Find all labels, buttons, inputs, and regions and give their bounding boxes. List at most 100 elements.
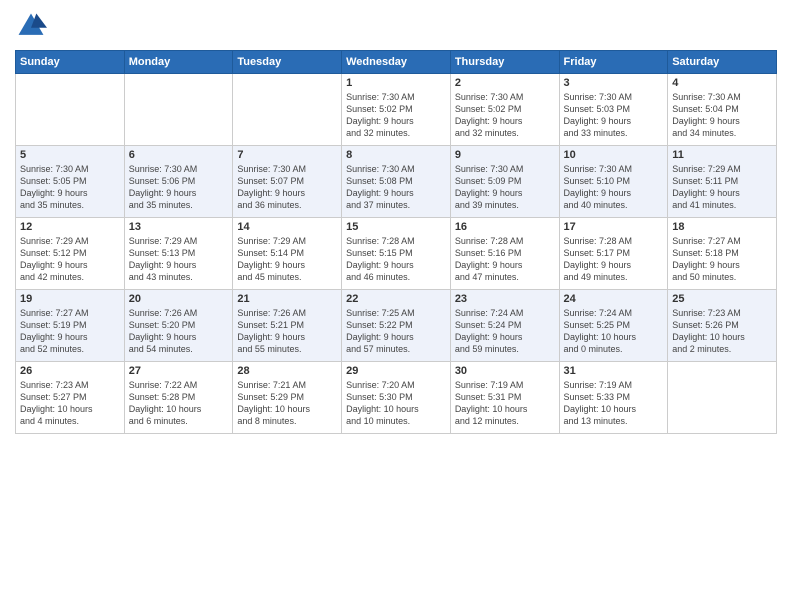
- calendar-cell: 10Sunrise: 7:30 AMSunset: 5:10 PMDayligh…: [559, 146, 668, 218]
- calendar-cell: 28Sunrise: 7:21 AMSunset: 5:29 PMDayligh…: [233, 362, 342, 434]
- calendar-cell: 3 Sunrise: 7:30 AMSunset: 5:03 PMDaylight…: [559, 74, 668, 146]
- day-info: Sunrise: 7:29 AMSunset: 5:12 PMDaylight:…: [20, 235, 120, 284]
- calendar-week: 19 Sunrise: 7:27 AMSunset: 5:19 PMDayligh…: [16, 290, 777, 362]
- calendar-cell: 1Sunrise: 7:30 AMSunset: 5:02 PMDaylight…: [342, 74, 451, 146]
- day-info: Sunrise: 7:27 AMSunset: 5:19 PMDaylight:…: [20, 307, 120, 356]
- day-info: Sunrise: 7:19 AMSunset: 5:33 PMDaylight:…: [564, 379, 664, 428]
- calendar-cell: 2 Sunrise: 7:30 AMSunset: 5:02 PMDaylight…: [450, 74, 559, 146]
- day-info: Sunrise: 7:24 AMSunset: 5:24 PMDaylight:…: [455, 307, 555, 356]
- day-info: Sunrise: 7:25 AMSunset: 5:22 PMDaylight:…: [346, 307, 446, 356]
- day-info: Sunrise: 7:26 AMSunset: 5:21 PMDaylight:…: [237, 307, 337, 356]
- day-info: Sunrise: 7:30 AMSunset: 5:02 PMDaylight:…: [455, 91, 555, 140]
- day-info: Sunrise: 7:30 AMSunset: 5:10 PMDaylight:…: [564, 163, 664, 212]
- calendar-cell: [16, 74, 125, 146]
- page: SundayMondayTuesdayWednesdayThursdayFrid…: [0, 0, 792, 612]
- calendar-cell: 24 Sunrise: 7:24 AMSunset: 5:25 PMDayligh…: [559, 290, 668, 362]
- calendar-cell: 22 Sunrise: 7:25 AMSunset: 5:22 PMDayligh…: [342, 290, 451, 362]
- calendar-cell: 17 Sunrise: 7:28 AMSunset: 5:17 PMDayligh…: [559, 218, 668, 290]
- day-info: Sunrise: 7:29 AMSunset: 5:13 PMDaylight:…: [129, 235, 229, 284]
- calendar-cell: 15 Sunrise: 7:28 AMSunset: 5:15 PMDayligh…: [342, 218, 451, 290]
- day-number: 11: [672, 149, 772, 161]
- day-info: Sunrise: 7:23 AMSunset: 5:26 PMDaylight:…: [672, 307, 772, 356]
- calendar-cell: 8 Sunrise: 7:30 AMSunset: 5:08 PMDaylight…: [342, 146, 451, 218]
- weekday-header: Friday: [559, 51, 668, 74]
- day-number: 15: [346, 221, 446, 233]
- day-info: Sunrise: 7:19 AMSunset: 5:31 PMDaylight:…: [455, 379, 555, 428]
- calendar-cell: 13 Sunrise: 7:29 AMSunset: 5:13 PMDayligh…: [124, 218, 233, 290]
- calendar-cell: 27 Sunrise: 7:22 AMSunset: 5:28 PMDayligh…: [124, 362, 233, 434]
- calendar-cell: 30 Sunrise: 7:19 AMSunset: 5:31 PMDayligh…: [450, 362, 559, 434]
- calendar-cell: [124, 74, 233, 146]
- weekday-header: Wednesday: [342, 51, 451, 74]
- day-number: 6: [129, 149, 229, 161]
- calendar-cell: 16Sunrise: 7:28 AMSunset: 5:16 PMDayligh…: [450, 218, 559, 290]
- day-info: Sunrise: 7:30 AMSunset: 5:03 PMDaylight:…: [564, 91, 664, 140]
- day-number: 12: [20, 221, 120, 233]
- day-info: Sunrise: 7:30 AMSunset: 5:07 PMDaylight:…: [237, 163, 337, 212]
- day-info: Sunrise: 7:23 AMSunset: 5:27 PMDaylight:…: [20, 379, 120, 428]
- weekday-header: Saturday: [668, 51, 777, 74]
- day-info: Sunrise: 7:28 AMSunset: 5:17 PMDaylight:…: [564, 235, 664, 284]
- weekday-header: Thursday: [450, 51, 559, 74]
- day-info: Sunrise: 7:29 AMSunset: 5:11 PMDaylight:…: [672, 163, 772, 212]
- day-number: 18: [672, 221, 772, 233]
- calendar-cell: 4 Sunrise: 7:30 AMSunset: 5:04 PMDaylight…: [668, 74, 777, 146]
- day-number: 22: [346, 293, 446, 305]
- weekday-header: Monday: [124, 51, 233, 74]
- day-number: 26: [20, 365, 120, 377]
- day-number: 1: [346, 77, 446, 89]
- day-info: Sunrise: 7:26 AMSunset: 5:20 PMDaylight:…: [129, 307, 229, 356]
- day-number: 30: [455, 365, 555, 377]
- day-number: 4: [672, 77, 772, 89]
- day-info: Sunrise: 7:30 AMSunset: 5:04 PMDaylight:…: [672, 91, 772, 140]
- calendar-cell: 11 Sunrise: 7:29 AMSunset: 5:11 PMDayligh…: [668, 146, 777, 218]
- day-number: 27: [129, 365, 229, 377]
- calendar-cell: 20 Sunrise: 7:26 AMSunset: 5:20 PMDayligh…: [124, 290, 233, 362]
- day-number: 16: [455, 221, 555, 233]
- day-number: 13: [129, 221, 229, 233]
- day-info: Sunrise: 7:22 AMSunset: 5:28 PMDaylight:…: [129, 379, 229, 428]
- calendar-cell: 12 Sunrise: 7:29 AMSunset: 5:12 PMDayligh…: [16, 218, 125, 290]
- day-info: Sunrise: 7:30 AMSunset: 5:06 PMDaylight:…: [129, 163, 229, 212]
- day-number: 24: [564, 293, 664, 305]
- day-info: Sunrise: 7:24 AMSunset: 5:25 PMDaylight:…: [564, 307, 664, 356]
- calendar-week: 12 Sunrise: 7:29 AMSunset: 5:12 PMDayligh…: [16, 218, 777, 290]
- day-number: 5: [20, 149, 120, 161]
- calendar-cell: [668, 362, 777, 434]
- day-number: 31: [564, 365, 664, 377]
- day-info: Sunrise: 7:30 AMSunset: 5:09 PMDaylight:…: [455, 163, 555, 212]
- day-number: 3: [564, 77, 664, 89]
- day-info: Sunrise: 7:21 AMSunset: 5:29 PMDaylight:…: [237, 379, 337, 428]
- logo-icon: [15, 10, 47, 42]
- calendar-cell: 21 Sunrise: 7:26 AMSunset: 5:21 PMDayligh…: [233, 290, 342, 362]
- calendar-week: 5 Sunrise: 7:30 AMSunset: 5:05 PMDaylight…: [16, 146, 777, 218]
- calendar-cell: 29Sunrise: 7:20 AMSunset: 5:30 PMDayligh…: [342, 362, 451, 434]
- day-number: 21: [237, 293, 337, 305]
- calendar-cell: 19 Sunrise: 7:27 AMSunset: 5:19 PMDayligh…: [16, 290, 125, 362]
- weekday-header-row: SundayMondayTuesdayWednesdayThursdayFrid…: [16, 51, 777, 74]
- day-info: Sunrise: 7:30 AMSunset: 5:08 PMDaylight:…: [346, 163, 446, 212]
- day-info: Sunrise: 7:28 AMSunset: 5:15 PMDaylight:…: [346, 235, 446, 284]
- calendar-cell: 14Sunrise: 7:29 AMSunset: 5:14 PMDayligh…: [233, 218, 342, 290]
- calendar-cell: 23 Sunrise: 7:24 AMSunset: 5:24 PMDayligh…: [450, 290, 559, 362]
- day-number: 20: [129, 293, 229, 305]
- day-info: Sunrise: 7:20 AMSunset: 5:30 PMDaylight:…: [346, 379, 446, 428]
- calendar-cell: 6 Sunrise: 7:30 AMSunset: 5:06 PMDaylight…: [124, 146, 233, 218]
- day-info: Sunrise: 7:27 AMSunset: 5:18 PMDaylight:…: [672, 235, 772, 284]
- calendar-cell: 26 Sunrise: 7:23 AMSunset: 5:27 PMDayligh…: [16, 362, 125, 434]
- calendar-cell: 5 Sunrise: 7:30 AMSunset: 5:05 PMDaylight…: [16, 146, 125, 218]
- header: [15, 10, 777, 42]
- day-number: 17: [564, 221, 664, 233]
- day-number: 7: [237, 149, 337, 161]
- calendar-week: 26 Sunrise: 7:23 AMSunset: 5:27 PMDayligh…: [16, 362, 777, 434]
- day-number: 25: [672, 293, 772, 305]
- day-number: 2: [455, 77, 555, 89]
- day-number: 8: [346, 149, 446, 161]
- day-info: Sunrise: 7:30 AMSunset: 5:05 PMDaylight:…: [20, 163, 120, 212]
- weekday-header: Sunday: [16, 51, 125, 74]
- calendar-cell: 7 Sunrise: 7:30 AMSunset: 5:07 PMDaylight…: [233, 146, 342, 218]
- calendar-cell: 25 Sunrise: 7:23 AMSunset: 5:26 PMDayligh…: [668, 290, 777, 362]
- calendar-cell: 18 Sunrise: 7:27 AMSunset: 5:18 PMDayligh…: [668, 218, 777, 290]
- day-number: 19: [20, 293, 120, 305]
- day-number: 23: [455, 293, 555, 305]
